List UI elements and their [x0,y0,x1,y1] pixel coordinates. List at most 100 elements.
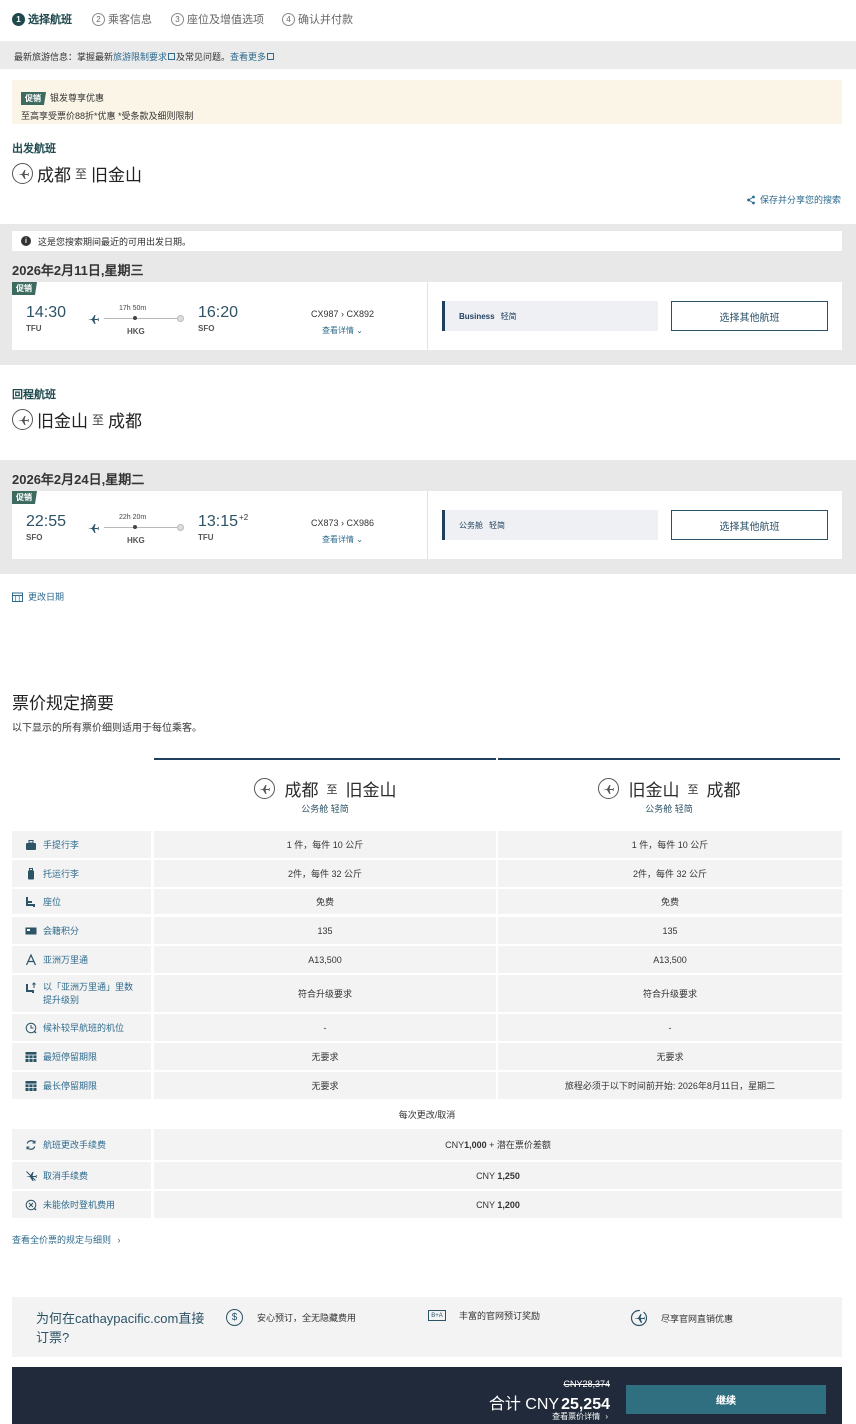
fee-amount: 1,000 [464,1139,487,1150]
fare-row-carry-on: 手提行李 1 件，每件 10 公斤 1 件，每件 10 公斤 [12,831,842,858]
flight-number-2: CX892 [346,309,375,319]
fee-currency: CNY [476,1170,498,1181]
fee-value: CNY 1,250 [154,1162,842,1189]
standby-icon [25,1022,37,1033]
destination-city: 成都 [706,781,741,800]
stop-dot [133,316,137,320]
inbound-value: 符合升级要求 [498,975,842,1012]
all-rules-label: 查看全价票的规定与细则 [12,1235,112,1245]
row-label: 最短停留期限 [12,1043,151,1070]
row-label-text: 亚洲万里通 [43,955,89,965]
departure-time: 14:30 [26,304,67,321]
plane-icon [253,778,275,799]
outbound-value: 无要求 [154,1043,496,1070]
select-other-flight-button[interactable]: 选择其他航班 [671,510,828,540]
step-seats-extras[interactable]: 3 座位及增值选项 [171,11,264,27]
departure-airport: TFU [26,324,42,333]
select-other-flight-button[interactable]: 选择其他航班 [671,301,828,331]
flight-numbers: CX987 › CX892 [311,309,375,319]
view-details-label: 查看票价详情 [552,1412,601,1421]
step-select-flight[interactable]: 1 选择航班 [12,11,72,27]
promo-title: 银发尊享优惠 [50,93,105,103]
fare-row-checked-bag: 托运行李 2件，每件 32 公斤 2件，每件 32 公斤 [12,860,842,887]
no-show-icon [25,1199,37,1210]
flight-number-1: CX987 [311,309,339,319]
info-icon: i [21,236,31,246]
promo-banner: 促销 银发尊享优惠 至高享受票价88折*优惠 *受条款及细则限制 [12,80,842,124]
flight-duration: 17h 50m [119,305,147,312]
fee-currency: CNY [476,1199,498,1210]
fare-row-min-stay: 最短停留期限 无要求 无要求 [12,1043,842,1070]
flight-numbers: CX873 › CX986 [311,518,375,528]
progress-steps: 1 选择航班 2 乘客信息 3 座位及增值选项 4 确认并付款 [0,0,856,40]
fee-value: CNY 1,200 [154,1191,842,1218]
plane-icon [597,778,619,799]
card-divider [427,282,428,350]
total-label: 合计 CNY [488,1396,560,1413]
day-offset: +2 [239,513,249,522]
fee-currency: CNY [445,1139,465,1150]
outbound-flight-card: 促销 14:30 TFU 17h 50m HKG 16:20 SFO CX987… [12,282,842,350]
view-fare-details-link[interactable]: 查看票价详情 › [552,1411,608,1422]
view-details-link[interactable]: 查看详情 ⌄ [322,534,363,545]
row-label: 亚洲万里通 [12,946,151,973]
fare-row-seat: 座位 免费 免费 [12,889,842,914]
fee-suffix: + 潜在票价差额 [486,1140,551,1150]
fare-row-standby: 候补较早航班的机位 - - [12,1014,842,1041]
stop-airport: HKG [127,327,145,336]
fare-summary-subtitle: 以下显示的所有票价细则适用于每位乘客。 [12,723,202,734]
save-share-search-link[interactable]: 保存并分享您的搜索 [746,193,841,206]
row-label: 会籍积分 [12,917,151,944]
end-dot [177,315,184,322]
continue-button[interactable]: 继续 [626,1385,826,1414]
cabin-class: 公务舱 [459,520,483,530]
row-label: 座位 [12,889,151,914]
chevron-down-icon: ⌄ [356,326,363,335]
outbound-value: 无要求 [154,1072,496,1099]
row-label-text: 未能依时登机费用 [43,1200,116,1210]
outbound-section-label: 出发航班 [12,143,56,155]
row-label-text: 最长停留期限 [43,1081,98,1091]
share-label: 保存并分享您的搜索 [759,195,841,205]
step-passenger-info[interactable]: 2 乘客信息 [92,11,152,27]
view-details-link[interactable]: 查看详情 ⌄ [322,325,363,336]
fee-row-change: 航班更改手续费 CNY 1,000 + 潜在票价差额 [12,1129,842,1160]
change-date-label: 更改日期 [28,592,65,602]
cabin-fare-selected[interactable]: Business 轻简 [442,301,658,331]
news-text-mid: 及常见问题。 [176,52,231,62]
refresh-icon [26,1139,36,1150]
route-to: 至 [687,783,699,796]
outbound-route: 成都至旧金山 [12,161,142,186]
why-item-rewards: B+A 丰富的官网预订奖励 [428,1309,540,1322]
fee-amount: 1,200 [497,1199,520,1210]
asia-miles-icon [25,953,37,965]
outbound-value: A13,500 [154,946,496,973]
flight-number-1: CX873 [311,518,339,528]
row-label: 航班更改手续费 [12,1129,151,1160]
external-link-icon [168,53,176,60]
see-more-link[interactable]: 查看更多 [230,52,266,62]
calendar-max-icon [25,1080,37,1091]
row-label-text: 候补较早航班的机位 [43,1023,125,1033]
destination-city: 旧金山 [91,166,143,185]
change-date-link[interactable]: 更改日期 [12,590,64,603]
inbound-value: A13,500 [498,946,842,973]
step-label: 选择航班 [28,14,72,26]
column-cabin: 公务舱 轻简 [301,804,349,814]
promo-tag: 促销 [12,491,37,504]
step-confirm-pay[interactable]: 4 确认并付款 [282,11,353,27]
cabin-fare-selected[interactable]: 公务舱 轻简 [442,510,658,540]
route-line [104,318,180,319]
route-to: 至 [92,413,105,427]
fare-row-upgrade: 以「亚洲万里通」里数提升级别 符合升级要求 符合升级要求 [12,975,842,1012]
route-line [104,527,180,528]
fare-row-status-points: 会籍积分 135 135 [12,917,842,944]
step-label: 乘客信息 [108,14,152,26]
inbound-value: 135 [498,917,842,944]
travel-restrictions-link[interactable]: 旅游限制要求 [113,52,167,62]
all-fare-rules-link[interactable]: 查看全价票的规定与细则 › [12,1233,121,1246]
stop-airport: HKG [127,536,145,545]
why-item-label: 尽享官网直销优惠 [661,1313,734,1324]
fare-row-max-stay: 最长停留期限 无要求 旅程必须于以下时间前开始: 2026年8月11日，星期二 [12,1072,842,1099]
origin-city: 旧金山 [37,412,88,431]
